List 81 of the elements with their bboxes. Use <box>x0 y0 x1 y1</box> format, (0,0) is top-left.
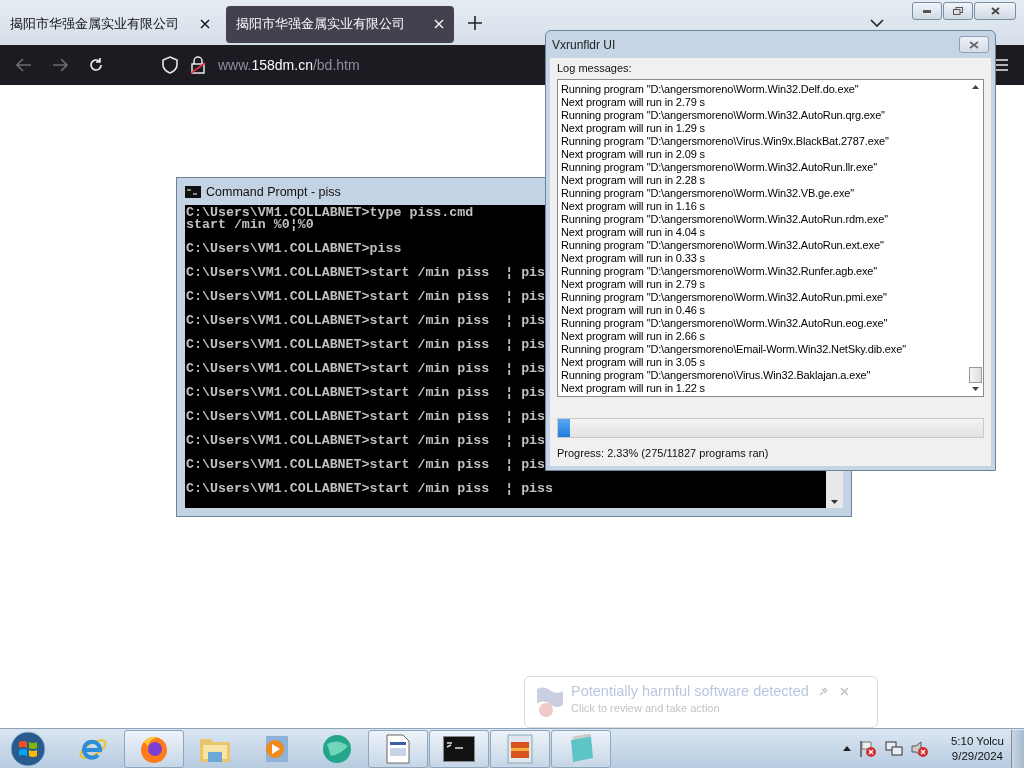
log-line: Next program will run in 4.04 s <box>561 226 706 239</box>
log-line: Running program "D:\angersmoreno\Worm.Win32.Runfer.agb.exe" <box>561 265 879 278</box>
console-line: C:\Users\VM1.COLLABNET>start /min piss ¦ pis <box>186 267 546 279</box>
minimize-icon <box>923 9 931 13</box>
caret-down-icon[interactable] <box>971 387 979 391</box>
log-line: Next program will run in 0.33 s <box>561 252 706 265</box>
show-desktop-button[interactable] <box>1011 729 1024 768</box>
package-icon <box>507 733 533 764</box>
close-button[interactable] <box>959 36 989 53</box>
shield-icon[interactable] <box>162 56 178 74</box>
log-line: Running program "D:\angersmoreno\Worm.Win32.AutoRun.eog.exe" <box>561 317 889 330</box>
console-icon <box>443 735 475 762</box>
console-line: C:\Users\VM1.COLLABNET>start /min piss ¦ pis <box>186 459 546 471</box>
window-title: Command Prompt - piss <box>206 184 341 199</box>
log-line: Running program "D:\angersmoreno\Worm.Win32.AutoRun.llr.exe" <box>561 161 878 174</box>
restore-icon <box>953 7 963 15</box>
log-line: Next program will run in 1.29 s <box>561 122 706 135</box>
log-line: Next program will run in 2.28 s <box>561 174 706 187</box>
log-line: Next program will run in 2.09 s <box>561 148 706 161</box>
chevron-down-icon[interactable] <box>870 18 884 27</box>
log-line: Next program will run in 3.05 s <box>561 356 706 369</box>
log-line: Next program will run in 1.22 s <box>561 382 706 395</box>
log-line: Next program will run in 2.66 s <box>561 330 706 343</box>
log-line: Running program "D:\angersmoreno\Worm.Win32.AutoRun.ext.exe" <box>561 239 885 252</box>
close-icon[interactable] <box>200 19 210 29</box>
console-line: C:\Users\VM1.COLLABNET>start /min piss ¦ pis <box>186 411 546 423</box>
window-title: Vxrunfldr UI <box>552 37 616 52</box>
log-line: Running program "D:\angersmoreno\Virus.Win9x.BlackBat.2787.exe" <box>561 135 890 148</box>
log-line: Running program "D:\angersmoreno\Worm.Win32.AutoRun.qrg.exe" <box>561 109 886 122</box>
speaker-muted-icon[interactable] <box>910 739 929 758</box>
start-orb-icon[interactable] <box>10 730 46 767</box>
close-icon <box>969 40 979 49</box>
console-line: start /min %0¦%0 <box>186 219 314 231</box>
forward-icon[interactable] <box>52 58 68 72</box>
back-icon[interactable] <box>16 58 32 72</box>
close-icon <box>990 7 1000 15</box>
close-button[interactable] <box>974 2 1016 20</box>
caret-up-icon[interactable] <box>842 746 851 751</box>
clock[interactable]: 5:10 Yolcu 9/29/2024 <box>950 733 1004 764</box>
console-line: C:\Users\VM1.COLLABNET>start /min piss ¦ pis <box>186 363 546 375</box>
menu-icon[interactable] <box>994 59 1008 71</box>
log-line: Next program will run in 1.16 s <box>561 200 706 213</box>
flag-warning-icon[interactable] <box>858 739 877 758</box>
document-icon <box>386 733 410 764</box>
log-line: Next program will run in 0.46 s <box>561 304 706 317</box>
notification-text: Click to review and take action <box>571 702 721 714</box>
scrollbar-thumb[interactable] <box>968 367 982 383</box>
console-line: C:\Users\VM1.COLLABNET>start /min piss ¦ pis <box>186 435 546 447</box>
new-tab-icon[interactable] <box>468 15 482 30</box>
console-icon <box>185 185 201 198</box>
console-line: C:\Users\VM1.COLLABNET>piss <box>186 243 402 255</box>
console-line: C:\Users\VM1.COLLABNET>start /min piss ¦ pis <box>186 339 546 351</box>
log-line: Next program will run in 2.79 s <box>561 278 706 291</box>
notification-title: Potentially harmful software detected <box>571 683 809 699</box>
log-line: Running program "D:\angersmoreno\Worm.Win32.Delf.do.exe" <box>561 83 860 96</box>
network-icon[interactable] <box>884 740 903 757</box>
progress-text: Progress: 2.33% (275/11827 programs ran) <box>557 447 770 459</box>
play-icon <box>263 734 289 763</box>
minimize-button[interactable] <box>912 2 942 20</box>
reload-icon[interactable] <box>88 57 104 73</box>
log-line: Running program "D:\angersmoreno\Worm.Win32.AutoRun.pmi.exe" <box>561 291 888 304</box>
taskbar-app[interactable] <box>429 729 489 768</box>
browser-tab[interactable]: 揭阳市华强金属实业有限公司 <box>0 5 220 43</box>
console-line: C:\Users\VM1.COLLABNET>start /min piss ¦ pis <box>186 387 546 399</box>
restore-button[interactable] <box>943 2 973 20</box>
log-line: Running program "D:\angersmoreno\Email-Worm.Win32.NetSky.dib.exe" <box>561 343 907 356</box>
lock-icon[interactable] <box>190 56 206 74</box>
console-line: C:\Users\VM1.COLLABNET>type piss.cmd <box>186 207 474 219</box>
log-label: Log messages: <box>557 62 633 74</box>
taskbar-app[interactable] <box>368 729 428 768</box>
log-line: Running program "D:\angersmoreno\Worm.Win32.AutoRun.rdm.exe" <box>561 213 889 226</box>
caret-down-icon[interactable] <box>831 500 838 504</box>
console-line: C:\Users\VM1.COLLABNET>start /min piss ¦ pis <box>186 291 546 303</box>
console-line: C:\Users\VM1.COLLABNET>start /min piss ¦ pis <box>186 315 546 327</box>
globe-icon <box>321 733 353 764</box>
browser-tab[interactable]: 揭阳市华强金属实业有限公司 <box>226 5 454 43</box>
log-line: Running program "D:\angersmoreno\Worm.Win32.VB.ge.exe" <box>561 187 855 200</box>
log-line: Running program "D:\angersmoreno\Virus.Win32.Baklajan.a.exe" <box>561 369 872 382</box>
url-text[interactable]: www.158dm.cn/bd.htm <box>218 57 360 73</box>
console-line: C:\Users\VM1.COLLABNET>start /min piss ¦ piss <box>186 483 554 495</box>
log-line: Next program will run in 2.79 s <box>561 96 706 109</box>
